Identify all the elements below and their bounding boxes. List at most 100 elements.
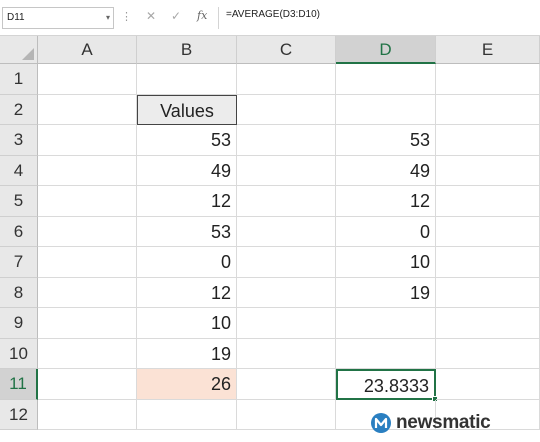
row-header-1[interactable]: 1: [0, 64, 38, 95]
cell-a3[interactable]: [38, 125, 137, 156]
row-header-9[interactable]: 9: [0, 308, 38, 339]
row-header-11[interactable]: 11: [0, 369, 38, 400]
cell-e7[interactable]: [436, 247, 540, 278]
cell-d8[interactable]: 19: [336, 277, 436, 308]
cell-c5[interactable]: [237, 186, 336, 217]
cell-e10[interactable]: [436, 338, 540, 369]
cell-a5[interactable]: [38, 186, 137, 217]
cell-c2[interactable]: [237, 94, 336, 125]
formula-bar-divider: [218, 7, 219, 29]
cell-d11[interactable]: 23.8333: [336, 369, 438, 402]
cell-d9[interactable]: [336, 308, 436, 339]
formula-input[interactable]: =AVERAGE(D3:D10): [226, 9, 320, 20]
cell-d5[interactable]: 12: [336, 186, 436, 217]
cancel-icon[interactable]: ✕: [146, 9, 156, 23]
cell-e11[interactable]: [436, 369, 540, 400]
row-header-6[interactable]: 6: [0, 216, 38, 247]
insert-function-icon[interactable]: fx: [197, 9, 207, 22]
cell-c4[interactable]: [237, 155, 336, 186]
cell-value: 53: [210, 130, 231, 150]
cell-b8[interactable]: 12: [137, 277, 237, 308]
cell-value: 53: [409, 130, 430, 150]
cell-a6[interactable]: [38, 216, 137, 247]
cell-value: 19: [210, 343, 231, 364]
cell-value: 19: [409, 282, 430, 303]
cell-c11[interactable]: [237, 369, 336, 400]
column-header-d[interactable]: D: [336, 36, 436, 64]
row-header-10[interactable]: 10: [0, 338, 38, 369]
cell-value: 0: [220, 252, 231, 272]
cell-value: 49: [210, 160, 231, 181]
cell-a1[interactable]: [38, 64, 137, 95]
cell-b11[interactable]: 26: [137, 369, 237, 400]
cell-e6[interactable]: [436, 216, 540, 247]
cell-d10[interactable]: [336, 338, 436, 369]
cell-d7[interactable]: 10: [336, 247, 436, 278]
cell-c10[interactable]: [237, 338, 336, 369]
row-header-5[interactable]: 5: [0, 186, 38, 217]
column-header-c[interactable]: C: [237, 36, 336, 64]
cell-c9[interactable]: [237, 308, 336, 339]
cell-c1[interactable]: [237, 64, 336, 95]
select-all-triangle-icon: [22, 48, 34, 60]
cell-value: 12: [409, 191, 430, 211]
cell-c6[interactable]: [237, 216, 336, 247]
cell-c12[interactable]: [237, 399, 336, 430]
name-box[interactable]: D11 ▾: [2, 7, 114, 29]
cell-d6[interactable]: 0: [336, 216, 436, 247]
chevron-down-icon[interactable]: ▾: [106, 8, 110, 28]
cell-value: 10: [409, 252, 430, 272]
cell-b10[interactable]: 19: [137, 338, 237, 369]
cell-e3[interactable]: [436, 125, 540, 156]
cell-a2[interactable]: [38, 94, 137, 125]
cell-c3[interactable]: [237, 125, 336, 156]
cell-b1[interactable]: [137, 64, 237, 95]
cell-b5[interactable]: 12: [137, 186, 237, 217]
cell-e2[interactable]: [436, 94, 540, 125]
watermark: newsmatic: [370, 406, 491, 440]
column-header-e[interactable]: E: [436, 36, 540, 64]
cell-e5[interactable]: [436, 186, 540, 217]
name-box-value: D11: [7, 12, 25, 23]
drag-handle-icon[interactable]: ⋮: [121, 10, 132, 23]
column-header-a[interactable]: A: [38, 36, 137, 64]
spreadsheet-grid: A B C D E 1 2 Values 3 53 53 4 49 49 5 12 12 6 53 0 7 0 10 8 12 1…: [0, 36, 540, 442]
row-header-7[interactable]: 7: [0, 247, 38, 278]
row-header-2[interactable]: 2: [0, 94, 38, 125]
cell-a4[interactable]: [38, 155, 137, 186]
cell-value: 53: [210, 221, 231, 242]
cell-a12[interactable]: [38, 399, 137, 430]
cell-e9[interactable]: [436, 308, 540, 339]
cell-a7[interactable]: [38, 247, 137, 278]
row-header-8[interactable]: 8: [0, 277, 38, 308]
cell-value: Values: [160, 100, 214, 121]
row-header-4[interactable]: 4: [0, 155, 38, 186]
cell-value: 49: [409, 160, 430, 181]
cell-b4[interactable]: 49: [137, 155, 237, 186]
cell-b12[interactable]: [137, 399, 237, 430]
cell-b7[interactable]: 0: [137, 247, 237, 278]
column-header-b[interactable]: B: [137, 36, 237, 64]
watermark-text: newsmatic: [396, 412, 491, 433]
cell-a9[interactable]: [38, 308, 137, 339]
cell-d1[interactable]: [336, 64, 436, 95]
select-all-button[interactable]: [0, 36, 38, 64]
cell-d4[interactable]: 49: [336, 155, 436, 186]
cell-d3[interactable]: 53: [336, 125, 436, 156]
cell-a10[interactable]: [38, 338, 137, 369]
cell-d2[interactable]: [336, 94, 436, 125]
row-header-3[interactable]: 3: [0, 125, 38, 156]
cell-b3[interactable]: 53: [137, 125, 237, 156]
cell-c7[interactable]: [237, 247, 336, 278]
row-header-12[interactable]: 12: [0, 399, 38, 430]
cell-e4[interactable]: [436, 155, 540, 186]
cell-a11[interactable]: [38, 369, 137, 400]
cell-b9[interactable]: 10: [137, 308, 237, 339]
cell-c8[interactable]: [237, 277, 336, 308]
cell-a8[interactable]: [38, 277, 137, 308]
cell-b2[interactable]: Values: [137, 94, 237, 125]
cell-e8[interactable]: [436, 277, 540, 308]
enter-icon[interactable]: ✓: [171, 9, 181, 23]
cell-e1[interactable]: [436, 64, 540, 95]
cell-b6[interactable]: 53: [137, 216, 237, 247]
